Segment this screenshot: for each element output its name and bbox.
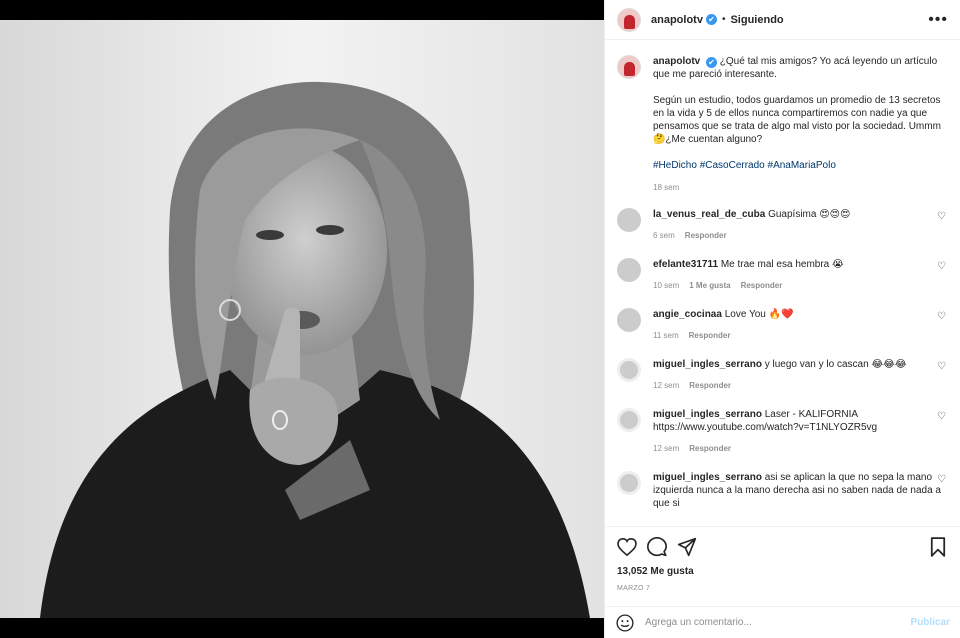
comment-like-heart-icon[interactable]: ♡ <box>937 474 946 485</box>
more-icon[interactable]: ••• <box>928 11 948 28</box>
comment-like-heart-icon[interactable]: ♡ <box>937 411 946 422</box>
share-icon[interactable] <box>675 535 699 559</box>
comment-username[interactable]: miguel_ingles_serrano <box>653 359 762 370</box>
reply-button[interactable]: Responder <box>741 279 783 292</box>
post-side-panel: anapolotv ✔ • Siguiendo ••• anapolotv ✔ … <box>604 0 960 638</box>
reply-button[interactable]: Responder <box>685 229 727 242</box>
comment-username[interactable]: miguel_ingles_serrano <box>653 472 762 483</box>
caption-hashtags[interactable]: #HeDicho #CasoCerrado #AnaMariaPolo <box>653 159 943 172</box>
woman-portrait-image <box>0 20 604 618</box>
comment-input[interactable]: Agrega un comentario... <box>645 617 911 628</box>
likes-count[interactable]: 13,052 Me gusta <box>617 566 694 577</box>
following-button[interactable]: Siguiendo <box>730 14 783 26</box>
comment-item: angie_cocinaa Love You 🔥❤️ 11 sem Respond… <box>617 308 948 342</box>
separator-dot: • <box>721 14 726 25</box>
caption-time[interactable]: 18 sem <box>653 181 679 194</box>
publish-button[interactable]: Publicar <box>911 617 950 628</box>
author-avatar[interactable] <box>617 7 641 32</box>
verified-badge-icon: ✔ <box>705 14 717 25</box>
bookmark-icon[interactable] <box>926 535 950 559</box>
commenter-avatar[interactable] <box>617 208 641 232</box>
add-comment-bar: Agrega un comentario... Publicar <box>605 606 960 638</box>
comment-icon[interactable] <box>645 535 669 559</box>
post-photo[interactable] <box>0 20 604 618</box>
commenter-avatar[interactable] <box>617 471 641 495</box>
reply-button[interactable]: Responder <box>689 379 731 392</box>
comment-text: Love You 🔥❤️ <box>724 309 794 320</box>
caption-text-2: Según un estudio, todos guardamos un pro… <box>653 95 941 145</box>
comment-like-heart-icon[interactable]: ♡ <box>937 361 946 372</box>
commenter-avatar[interactable] <box>617 308 641 332</box>
commenter-avatar[interactable] <box>617 358 641 382</box>
comment-text: Guapísima 😍😍😍 <box>768 209 851 220</box>
reply-button[interactable]: Responder <box>689 329 731 342</box>
comment-item: miguel_ingles_serrano asi se aplican la … <box>617 471 948 510</box>
comment-time[interactable]: 6 sem <box>653 229 675 242</box>
action-bar <box>605 526 960 566</box>
comment-item: miguel_ingles_serrano Laser - KALIFORNIA… <box>617 408 948 455</box>
author-username[interactable]: anapolotv <box>651 14 703 26</box>
comment-username[interactable]: miguel_ingles_serrano <box>653 409 762 420</box>
post-date[interactable]: MARZO 7 <box>617 585 650 592</box>
caption-body: anapolotv ✔ ¿Qué tal mis amigos? Yo acá … <box>653 55 943 194</box>
caption-author-avatar[interactable] <box>617 55 641 79</box>
comment-like-heart-icon[interactable]: ♡ <box>937 211 946 222</box>
reply-button[interactable]: Responder <box>689 442 731 455</box>
comment-like-heart-icon[interactable]: ♡ <box>937 261 946 272</box>
comment-item: efelante31711 Me trae mal esa hembra 😭 1… <box>617 258 948 292</box>
heart-icon[interactable] <box>615 535 639 559</box>
caption-username[interactable]: anapolotv <box>653 56 700 67</box>
post-header: anapolotv ✔ • Siguiendo ••• <box>605 0 960 40</box>
comment-time[interactable]: 11 sem <box>653 329 679 342</box>
comments-scroll-area[interactable]: anapolotv ✔ ¿Qué tal mis amigos? Yo acá … <box>605 41 960 525</box>
comment-item: la_venus_real_de_cuba Guapísima 😍😍😍 6 se… <box>617 208 948 242</box>
verified-badge-icon: ✔ <box>706 57 718 68</box>
comment-text: y luego van y lo cascan 😂😂😂 <box>764 359 907 370</box>
comment-like-heart-icon[interactable]: ♡ <box>937 311 946 322</box>
comment-like-count[interactable]: 1 Me gusta <box>689 279 730 292</box>
comment-item: miguel_ingles_serrano y luego van y lo c… <box>617 358 948 392</box>
comment-time[interactable]: 12 sem <box>653 379 679 392</box>
comment-text: Me trae mal esa hembra 😭 <box>720 259 844 270</box>
commenter-avatar[interactable] <box>617 408 641 432</box>
comment-username[interactable]: angie_cocinaa <box>653 309 722 320</box>
comment-time[interactable]: 12 sem <box>653 442 679 455</box>
comment-username[interactable]: efelante31711 <box>653 259 718 270</box>
comment-username[interactable]: la_venus_real_de_cuba <box>653 209 765 220</box>
comment-time[interactable]: 10 sem <box>653 279 679 292</box>
emoji-icon[interactable] <box>615 613 635 633</box>
commenter-avatar[interactable] <box>617 258 641 282</box>
caption: anapolotv ✔ ¿Qué tal mis amigos? Yo acá … <box>617 55 948 194</box>
